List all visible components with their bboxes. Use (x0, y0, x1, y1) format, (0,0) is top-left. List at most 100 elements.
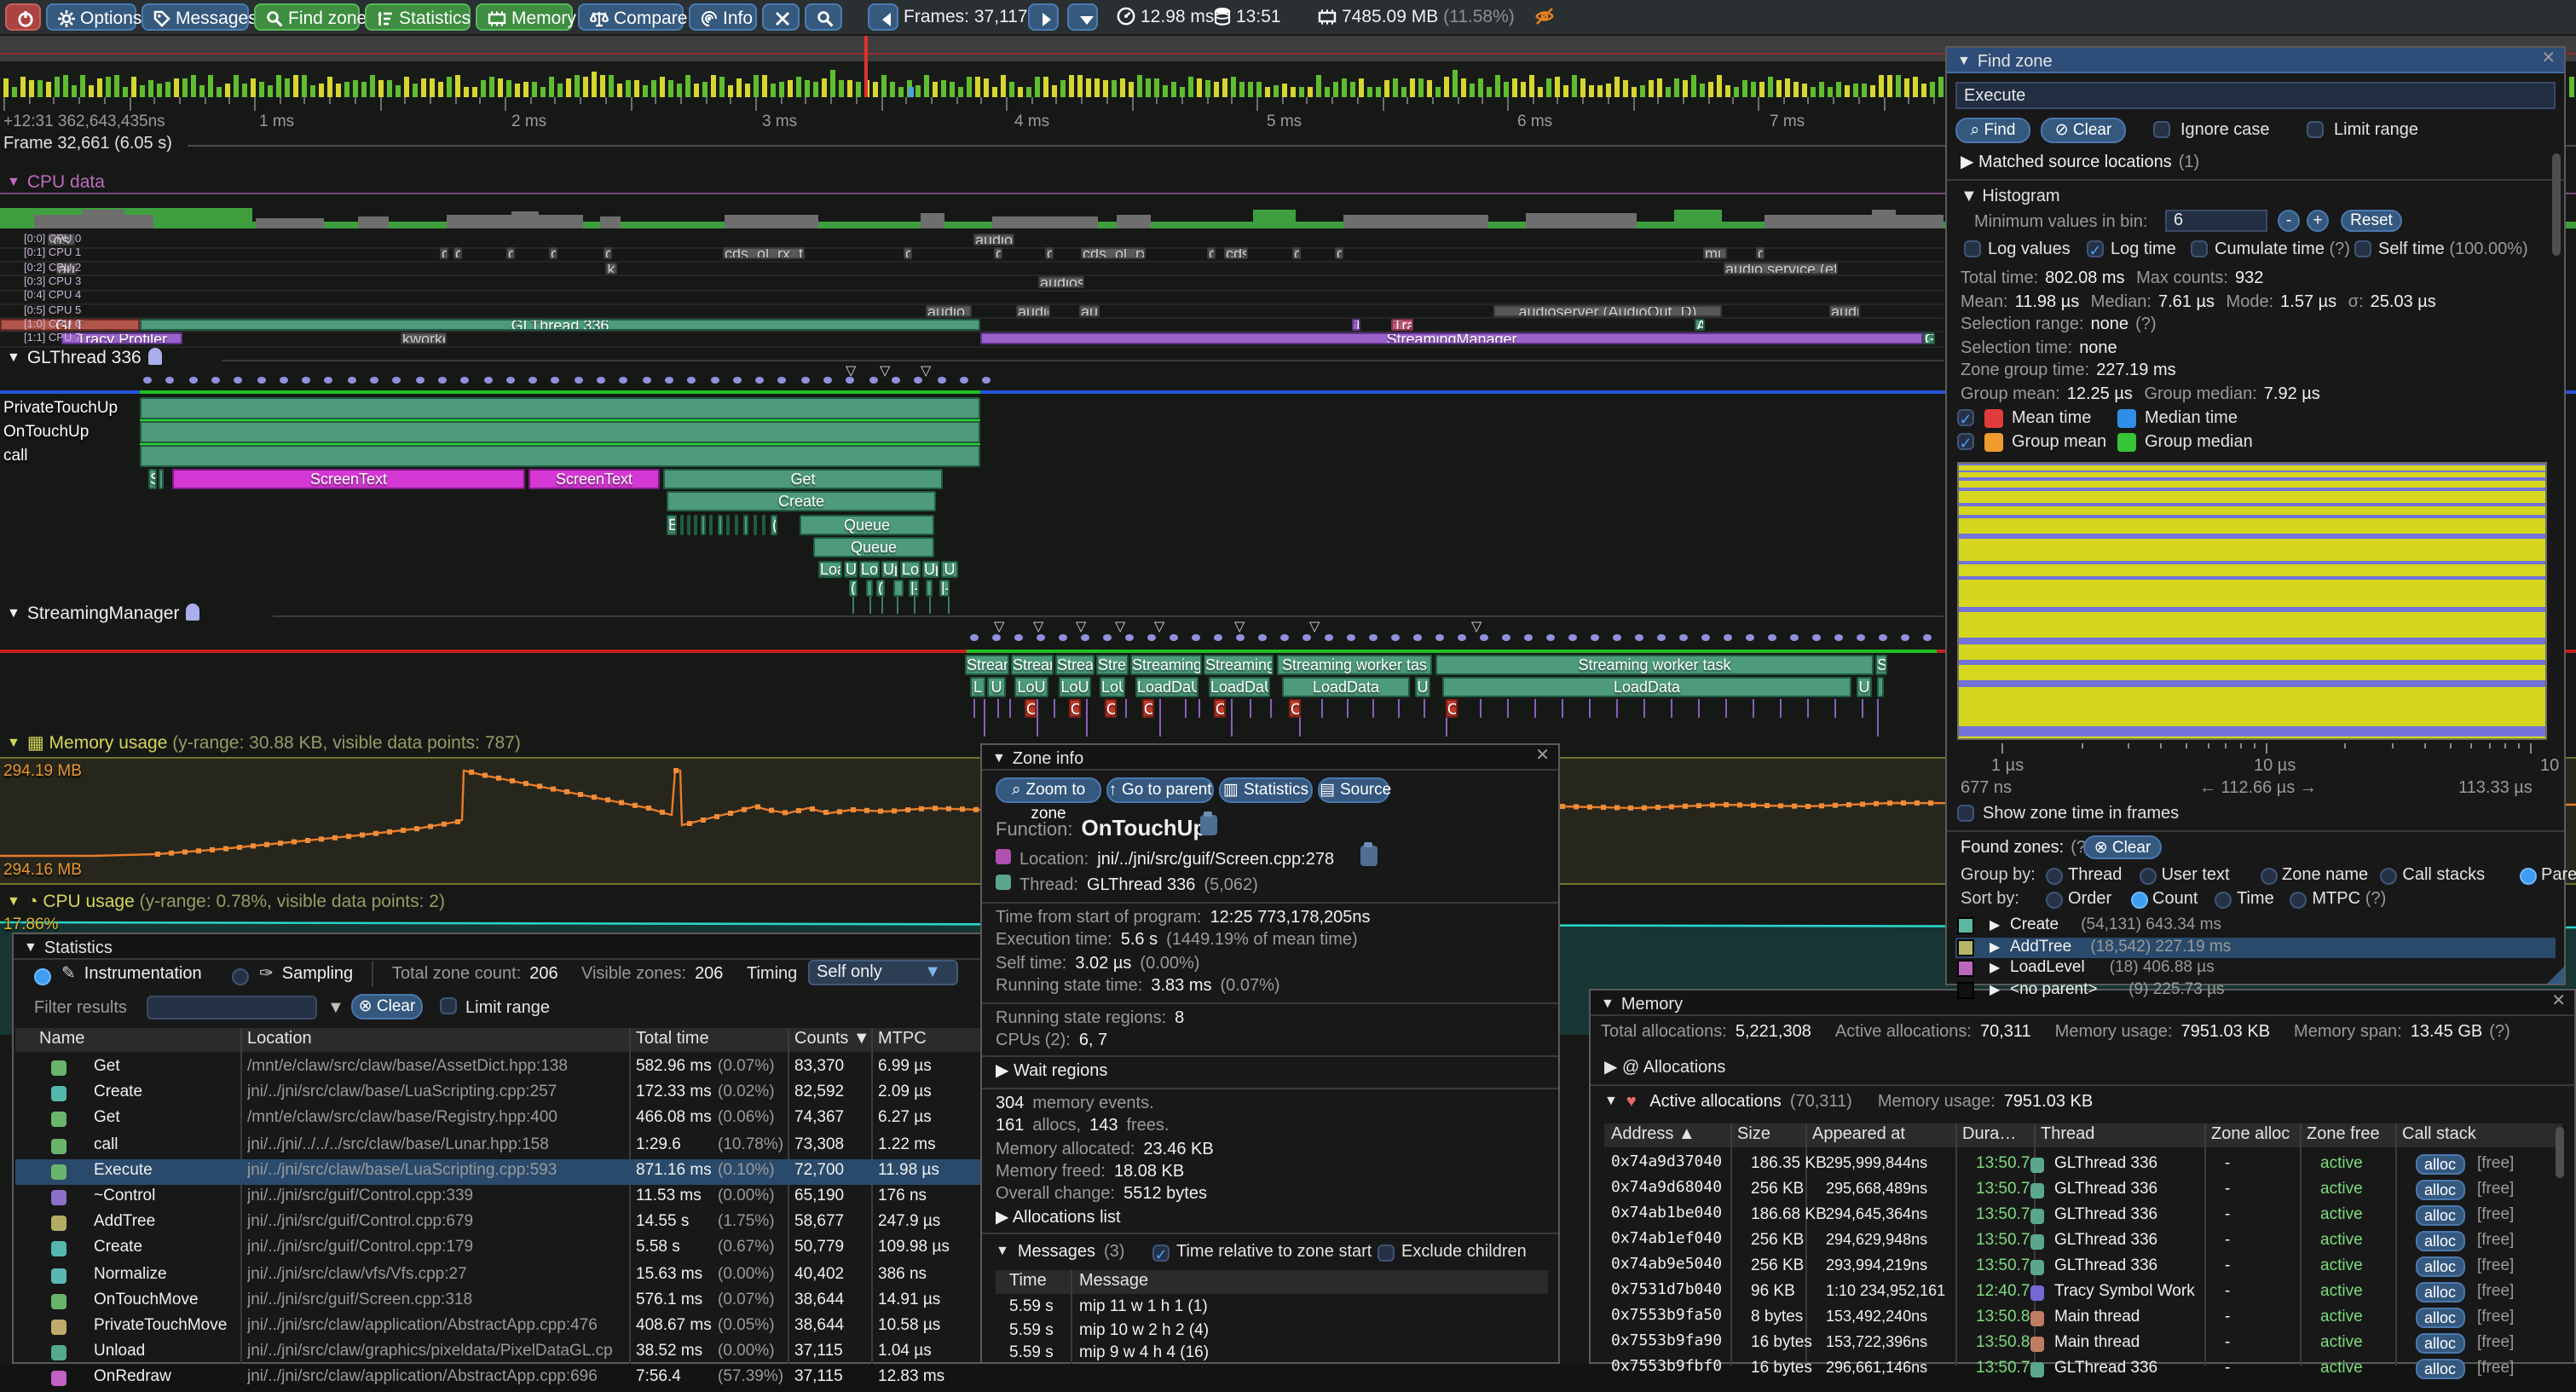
frame-bar[interactable] (609, 75, 614, 97)
frame-bar[interactable] (310, 85, 315, 97)
glthread-header[interactable]: ▼GLThread 336 (7, 348, 162, 368)
zone[interactable] (754, 515, 757, 535)
frame-bar[interactable] (1359, 78, 1364, 97)
frame-bar[interactable] (1154, 78, 1159, 97)
frame-bar[interactable] (668, 80, 673, 97)
frame-bar[interactable] (1239, 82, 1245, 97)
frame-bar[interactable] (327, 77, 332, 97)
col-header-thread[interactable]: Thread (2041, 1125, 2094, 1144)
frame-bar[interactable] (1308, 87, 1313, 97)
memory-usage-header[interactable]: ▼▦ Memory usage (y-range: 30.88 KB, visi… (7, 733, 521, 754)
cpu-usage-header[interactable]: ▼◔ CPU usage (y-range: 0.78%, visible da… (7, 892, 445, 912)
zone[interactable] (694, 515, 697, 535)
col-header-appeared-at[interactable]: Appeared at (1812, 1125, 1905, 1144)
cumulate-time-checkbox[interactable] (2191, 240, 2208, 257)
zone-c[interactable]: c (1756, 248, 1765, 260)
zone-loaddau[interactable]: LoadDaU (1135, 677, 1198, 697)
frame-bar[interactable] (967, 77, 972, 97)
zone-loaddata[interactable]: LoadData (1282, 677, 1410, 697)
cpu-data-header[interactable]: ▼CPU data (7, 172, 105, 193)
frame-bar[interactable] (114, 75, 119, 97)
zone-trac[interactable]: Trac (1391, 319, 1413, 331)
zone-c[interactable]: c (994, 248, 1002, 260)
frame-bar[interactable] (1862, 84, 1867, 97)
frame-bar[interactable] (1904, 78, 1909, 97)
frame-bar[interactable] (285, 78, 290, 97)
frame-bar[interactable] (1930, 82, 1935, 97)
zone-c[interactable]: c (1292, 248, 1301, 260)
frame-dropdown-button[interactable] (1067, 3, 1098, 31)
frame-bar[interactable] (302, 75, 307, 97)
frame-bar[interactable] (276, 75, 281, 97)
frame-bar[interactable] (1538, 87, 1543, 97)
zone-c[interactable]: c (1045, 248, 1054, 260)
col-header-name[interactable]: Name (39, 1030, 84, 1048)
allocation-row[interactable]: 0x74ab1ef040256 KB294,629,948ns13:50.7GL… (1604, 1229, 2562, 1255)
find-zone-query-input[interactable] (1955, 82, 2556, 109)
frame-bar[interactable] (234, 75, 239, 97)
zone-audio-se[interactable]: audio.se (926, 304, 972, 316)
group-by-parent[interactable] (2519, 868, 2536, 885)
frame-bar[interactable] (1589, 85, 1594, 97)
frame-bar[interactable] (1120, 78, 1125, 97)
allocation-row[interactable]: 0x7553b9fa508 bytes153,492,240ns13:50.8M… (1604, 1306, 2562, 1331)
col-header-size[interactable]: Size (1737, 1125, 1770, 1144)
mean-median-checkbox[interactable]: ✓ (1957, 409, 1974, 426)
group-by-thread[interactable] (2046, 868, 2063, 885)
info-button[interactable]: Info (689, 3, 757, 31)
col-header-mtpc[interactable]: MTPC (878, 1030, 927, 1048)
options-button[interactable]: Options (46, 3, 136, 31)
zone-strea[interactable]: Strea (1055, 655, 1095, 675)
frame-bar[interactable] (822, 78, 827, 97)
frame-bar[interactable] (1316, 75, 1321, 97)
zone-call[interactable] (140, 445, 980, 467)
frame-bar[interactable] (1759, 82, 1765, 97)
zone-c[interactable]: c (604, 248, 612, 260)
zone[interactable] (709, 515, 713, 535)
frame-bar[interactable] (199, 85, 205, 97)
frame-bar[interactable] (3, 78, 9, 97)
frame-bar[interactable] (1095, 78, 1100, 97)
col-header-time[interactable]: Time (1009, 1272, 1047, 1291)
frame-bar[interactable] (694, 84, 699, 97)
zone-loaddau[interactable]: LoadDaU (1209, 677, 1270, 697)
zone-c[interactable]: C (1214, 699, 1226, 718)
frame-bar[interactable] (830, 70, 835, 97)
frame-bar[interactable] (984, 78, 989, 97)
close-icon[interactable]: ✕ (2541, 49, 2556, 68)
frame-bar[interactable] (1384, 80, 1389, 97)
zone-audio-[interactable]: audio. (1016, 304, 1050, 316)
frame-bar[interactable] (557, 84, 563, 97)
zone-streaming[interactable]: Streaming (1130, 655, 1202, 675)
zone-c[interactable]: C (1142, 699, 1154, 718)
zone-c[interactable]: C (1289, 699, 1301, 718)
frame-bar[interactable] (1069, 75, 1074, 97)
frame-bar[interactable] (762, 75, 767, 97)
frame-bar[interactable] (123, 87, 128, 97)
frame-bar[interactable] (1819, 82, 1824, 97)
frame-bar[interactable] (634, 80, 639, 97)
frame-bar[interactable] (1785, 78, 1790, 97)
frame-bar[interactable] (1410, 78, 1415, 97)
frame-bar[interactable] (515, 84, 520, 97)
frame-bar[interactable] (396, 85, 401, 97)
frame-bar[interactable] (1776, 80, 1782, 97)
frame-bar[interactable] (1606, 84, 1611, 97)
frame-bar[interactable] (1683, 80, 1688, 97)
frame-bar[interactable] (1060, 80, 1066, 97)
frame-bar[interactable] (63, 75, 68, 97)
frame-bar[interactable] (1632, 87, 1637, 97)
frame-bar[interactable] (506, 80, 511, 97)
zone-cds-ol-rx-threa[interactable]: cds_ol_rx_threa (1081, 248, 1146, 260)
allocation-row[interactable]: 0x7553b9fbf016 bytes296,661,146ns13:50.7… (1604, 1357, 2562, 1383)
frame-bar[interactable] (566, 78, 571, 97)
limit-range-checkbox[interactable] (2307, 121, 2324, 138)
frame-bar[interactable] (881, 75, 887, 97)
frame-bar[interactable] (1470, 84, 1475, 97)
zone-c[interactable]: c (1207, 248, 1216, 260)
alloc-button[interactable]: alloc (2416, 1154, 2464, 1175)
frame-bar[interactable] (182, 78, 188, 97)
frame-bar[interactable] (890, 82, 895, 97)
frame-bar[interactable] (29, 80, 34, 97)
limit-range-checkbox[interactable] (440, 997, 457, 1014)
